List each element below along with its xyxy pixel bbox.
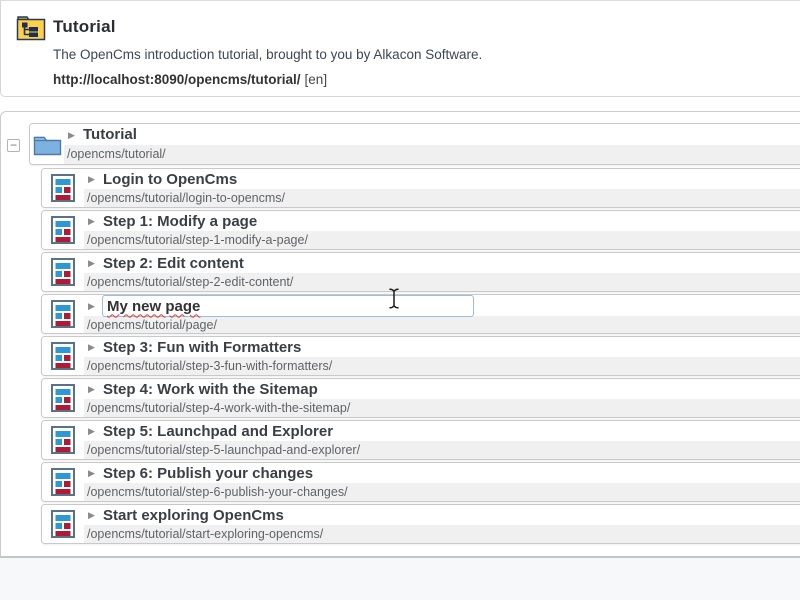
entry-path: /opencms/tutorial/step-4-work-with-the-s… (84, 399, 800, 417)
expander-icon[interactable]: ▶ (88, 469, 96, 478)
site-url: http://localhost:8090/opencms/tutorial/ (53, 72, 301, 87)
sitemap-entry[interactable]: ▶ Login to OpenCms /opencms/tutorial/log… (41, 168, 800, 208)
sitemap-folder-icon (16, 14, 47, 47)
expander-icon[interactable]: ▶ (88, 343, 96, 352)
sitemap-entry[interactable]: ▶ Step 4: Work with the Sitemap /opencms… (41, 378, 800, 418)
entry-title: Step 6: Publish your changes (103, 465, 313, 482)
page-icon (42, 421, 84, 459)
entry-path: /opencms/tutorial/step-2-edit-content/ (84, 273, 800, 291)
page-icon (42, 463, 84, 501)
sitemap-entry[interactable]: ▶ My new page /opencms/tutorial/page/ (41, 294, 800, 334)
text-cursor-ibeam (388, 288, 400, 314)
page-icon (42, 337, 84, 375)
entry-title: Tutorial (83, 126, 137, 143)
entry-title: Step 1: Modify a page (103, 213, 257, 230)
entry-path: /opencms/tutorial/step-1-modify-a-page/ (84, 231, 800, 249)
sitemap-root-entry[interactable]: ▶ Tutorial /opencms/tutorial/ (29, 123, 800, 165)
sitemap-entry[interactable]: ▶ Start exploring OpenCms /opencms/tutor… (41, 504, 800, 544)
page-icon (42, 169, 84, 207)
entry-title: Step 3: Fun with Formatters (103, 339, 301, 356)
page-title: Tutorial (53, 17, 116, 37)
page-icon (42, 253, 84, 291)
folder-icon (30, 124, 64, 164)
entry-path: /opencms/tutorial/start-exploring-opencm… (84, 525, 800, 543)
sitemap-entry[interactable]: ▶ Step 5: Launchpad and Explorer /opencm… (41, 420, 800, 460)
site-description: The OpenCms introduction tutorial, broug… (53, 47, 482, 62)
expander-icon[interactable]: ▶ (88, 427, 96, 436)
page-icon (42, 295, 84, 333)
sitemap-entry[interactable]: ▶ Step 3: Fun with Formatters /opencms/t… (41, 336, 800, 376)
expander-icon[interactable]: ▶ (88, 302, 96, 311)
entry-title: Login to OpenCms (103, 171, 237, 188)
entry-path: /opencms/tutorial/step-3-fun-with-format… (84, 357, 800, 375)
entry-path: /opencms/tutorial/login-to-opencms/ (84, 189, 800, 207)
site-url-line: http://localhost:8090/opencms/tutorial/ [… (53, 72, 327, 87)
entry-path: /opencms/tutorial/step-5-launchpad-and-e… (84, 441, 800, 459)
expander-icon[interactable]: ▶ (68, 131, 76, 140)
expander-icon[interactable]: ▶ (88, 175, 96, 184)
page-background-footer (0, 558, 800, 600)
page-icon (42, 505, 84, 543)
expander-icon[interactable]: ▶ (88, 217, 96, 226)
sitemap-entry[interactable]: ▶ Step 1: Modify a page /opencms/tutoria… (41, 210, 800, 250)
expander-icon[interactable]: ▶ (88, 259, 96, 268)
entry-title: Step 4: Work with the Sitemap (103, 381, 318, 398)
page-icon (42, 379, 84, 417)
expander-icon[interactable]: ▶ (88, 511, 96, 520)
expander-icon[interactable]: ▶ (88, 385, 96, 394)
entry-title: Start exploring OpenCms (103, 507, 284, 524)
entry-path: /opencms/tutorial/ (64, 145, 800, 164)
site-locale-badge: [en] (305, 72, 328, 87)
sitemap-entry[interactable]: ▶ Step 6: Publish your changes /opencms/… (41, 462, 800, 502)
page-icon (42, 211, 84, 249)
entry-path: /opencms/tutorial/page/ (84, 316, 800, 334)
sitemap-header: Tutorial The OpenCms introduction tutori… (0, 0, 800, 97)
title-edit-value: My new page (107, 298, 200, 315)
sitemap-tree-panel: ▶ Tutorial /opencms/tutorial/ ▶ Login to… (0, 111, 800, 558)
collapse-toggle[interactable]: − (7, 139, 20, 152)
entry-path: /opencms/tutorial/step-6-publish-your-ch… (84, 483, 800, 501)
title-edit-input[interactable]: My new page (102, 295, 474, 317)
entry-title: Step 2: Edit content (103, 255, 244, 272)
entry-title: Step 5: Launchpad and Explorer (103, 423, 333, 440)
sitemap-entry[interactable]: ▶ Step 2: Edit content /opencms/tutorial… (41, 252, 800, 292)
